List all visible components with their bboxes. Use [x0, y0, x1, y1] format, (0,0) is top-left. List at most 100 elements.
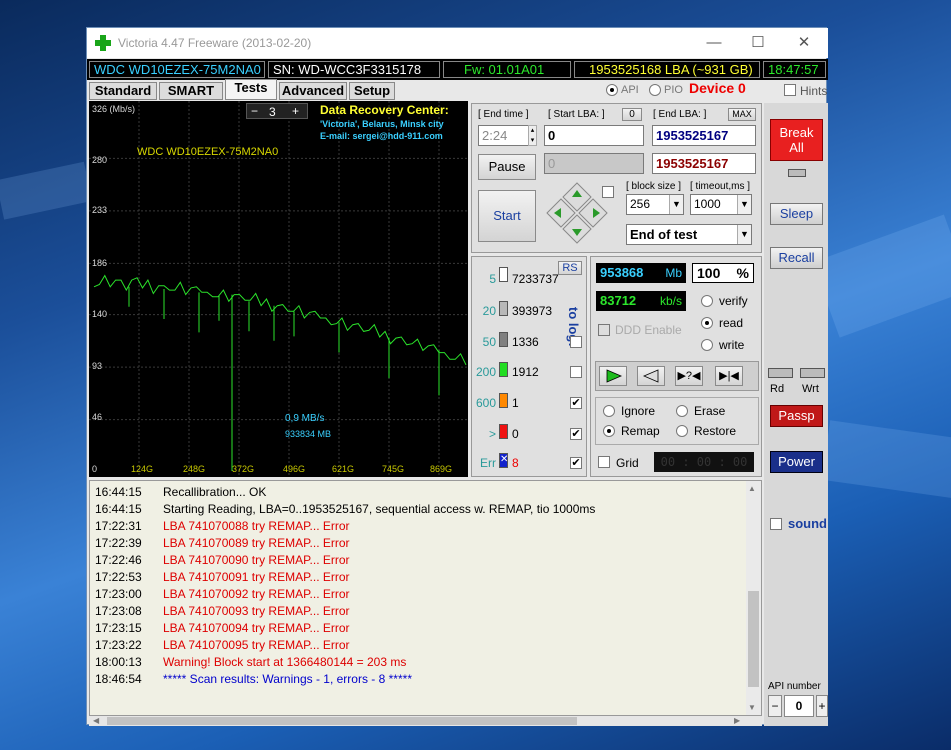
verify-radio[interactable] [701, 295, 713, 307]
recall-button[interactable]: Recall [770, 247, 823, 269]
block-count: 393973 [512, 304, 553, 318]
api-number-increment[interactable]: + [816, 695, 828, 717]
api-radio[interactable] [606, 84, 618, 96]
chevron-down-icon: ▼ [737, 225, 751, 244]
zoom-out-button[interactable]: − [251, 104, 258, 118]
block-size-value: 256 [630, 197, 651, 211]
log-horizontal-scrollbar[interactable]: ◀ ▶ [89, 716, 762, 726]
block-threshold: 50 [482, 335, 496, 349]
passp-button[interactable]: Passp [770, 405, 823, 427]
current-speed: 0,9 MB/s [285, 413, 325, 424]
drive-firmware: Fw: 01.01A01 [443, 61, 571, 78]
block-count: 1912 [512, 365, 539, 379]
random-seek-icon: ▶?◀ [677, 370, 701, 382]
direction-checkbox[interactable] [602, 186, 614, 198]
log-entry: 17:23:15 LBA 741070094 try REMAP... Error [95, 621, 350, 638]
scroll-down-icon[interactable]: ▼ [748, 703, 756, 712]
api-number-field[interactable]: 0 [784, 695, 814, 717]
processed-mb-value: 953868 [600, 265, 644, 280]
rd-indicator [768, 368, 793, 378]
log-entry: 17:22:46 LBA 741070090 try REMAP... Error [95, 553, 350, 570]
start-lba-zero-button[interactable]: 0 [622, 108, 642, 121]
tab-tests[interactable]: Tests [225, 79, 277, 100]
reset-stats-button[interactable]: RS [558, 261, 582, 275]
read-radio[interactable] [701, 317, 713, 329]
zoom-in-button[interactable]: + [292, 104, 299, 118]
scroll-up-icon[interactable]: ▲ [748, 484, 756, 493]
log-entry: 18:00:13 Warning! Block start at 13664801… [95, 655, 406, 672]
tab-standard[interactable]: Standard [89, 82, 157, 100]
tab-smart[interactable]: SMART [159, 82, 223, 100]
promo-address: 'Victoria', Belarus, Minsk city [320, 119, 444, 129]
log-message: LBA 741070093 try REMAP... Error [163, 604, 350, 618]
log-message: LBA 741070094 try REMAP... Error [163, 621, 350, 635]
y-tick-label: 46 [92, 412, 103, 422]
block-threshold: 20 [482, 304, 496, 318]
clock: 18:47:57 [763, 61, 826, 78]
ddd-enable-checkbox[interactable] [598, 324, 610, 336]
start-lba-field[interactable]: 0 [544, 125, 644, 146]
log-entry: 16:44:15 Recallibration... OK [95, 485, 266, 502]
x-tick-label: 869G [430, 464, 453, 474]
timeout-select[interactable]: 1000 ▼ [690, 194, 752, 215]
y-tick-label: 186 [92, 258, 108, 268]
block-error-x-icon: ✕ [499, 453, 508, 468]
random-button[interactable]: ▶?◀ [675, 366, 703, 386]
close-button[interactable]: ✕ [793, 33, 815, 53]
play-button[interactable] [599, 366, 627, 386]
read-speed: 83712 kb/s [596, 291, 686, 311]
sound-checkbox[interactable] [770, 518, 782, 530]
start-button[interactable]: Start [478, 190, 536, 242]
tab-setup[interactable]: Setup [349, 82, 395, 100]
log-message: LBA 741070090 try REMAP... Error [163, 553, 350, 567]
end-lba-max-button[interactable]: MAX [728, 108, 756, 121]
block-threshold: Err [480, 456, 496, 470]
pause-button[interactable]: Pause [478, 154, 536, 180]
pio-radio[interactable] [649, 84, 661, 96]
break-all-button[interactable]: Break All [770, 119, 823, 161]
scroll-right-icon[interactable]: ▶ [734, 716, 740, 726]
log-message: LBA 741070092 try REMAP... Error [163, 587, 350, 601]
write-radio[interactable] [701, 339, 713, 351]
remap-radio[interactable] [603, 425, 615, 437]
block-count: 1336 [512, 335, 539, 349]
end-action-select[interactable]: End of test ▼ [626, 224, 752, 245]
power-button[interactable]: Power [770, 451, 823, 473]
minimize-button[interactable]: — [703, 33, 725, 53]
log-200-checkbox[interactable] [570, 366, 582, 378]
direction-pad[interactable] [544, 180, 610, 246]
block-bar-white [499, 267, 508, 282]
log-time: 17:23:08 [95, 604, 142, 618]
x-tick-label: 124G [131, 464, 154, 474]
butterfly-button[interactable]: ▶|◀ [715, 366, 743, 386]
back-button[interactable] [637, 366, 665, 386]
log-over-checkbox[interactable]: ✔ [570, 428, 582, 440]
log-vertical-scrollbar[interactable]: ▲ ▼ [746, 481, 761, 715]
wrt-label: Wrt [802, 383, 819, 395]
block-size-select[interactable]: 256 ▼ [626, 194, 684, 215]
ignore-radio[interactable] [603, 405, 615, 417]
title-bar[interactable]: Victoria 4.47 Freeware (2013-02-20) — ☐ … [87, 28, 828, 58]
scroll-left-icon[interactable]: ◀ [93, 716, 99, 726]
log-panel[interactable]: 16:44:15 Recallibration... OK 16:44:15 Star… [89, 480, 762, 716]
log-scroll-thumb[interactable] [748, 591, 759, 687]
tab-advanced[interactable]: Advanced [279, 82, 347, 100]
log-hscroll-thumb[interactable] [107, 717, 577, 725]
end-lba-field[interactable]: 1953525167 [652, 125, 756, 146]
grid-checkbox[interactable] [598, 456, 610, 468]
log-err-checkbox[interactable]: ✔ [570, 457, 582, 469]
api-number-decrement[interactable]: − [768, 695, 782, 717]
hints-checkbox[interactable] [784, 84, 796, 96]
log-600-checkbox[interactable]: ✔ [570, 397, 582, 409]
log-time: 17:22:53 [95, 570, 142, 584]
x-tick-label: 248G [183, 464, 206, 474]
restore-radio[interactable] [676, 425, 688, 437]
end-time-spinner[interactable]: ▴ ▾ [528, 125, 537, 146]
sleep-button[interactable]: Sleep [770, 203, 823, 225]
log-50-checkbox[interactable] [570, 336, 582, 348]
log-message: LBA 741070089 try REMAP... Error [163, 536, 350, 550]
maximize-button[interactable]: ☐ [747, 33, 769, 53]
progress-percent: 100 % [692, 263, 754, 283]
erase-radio[interactable] [676, 405, 688, 417]
timeout-value: 1000 [694, 197, 721, 211]
